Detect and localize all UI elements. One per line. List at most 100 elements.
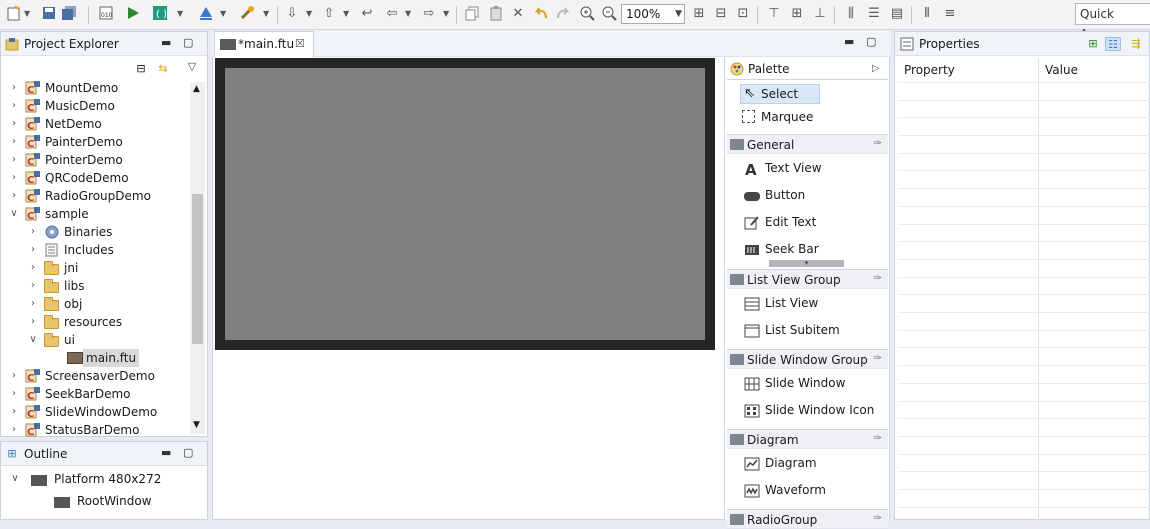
palette-item[interactable]: Slide Window xyxy=(740,374,880,394)
match-size-icon[interactable]: ▤ xyxy=(888,5,906,23)
scroll-up-icon[interactable]: ▲ xyxy=(193,84,200,94)
collapse-all-icon[interactable]: ⊟ xyxy=(133,62,149,76)
tree-item[interactable]: ∨ Csample xyxy=(0,205,188,223)
quick-access-input[interactable]: Quick Access xyxy=(1075,3,1150,41)
zoom-out-icon[interactable] xyxy=(600,5,618,23)
tree-item[interactable]: › C RadioGroupDemo xyxy=(0,187,188,205)
view-menu-icon[interactable]: ▽ xyxy=(184,60,200,74)
tab-main-ftu[interactable]: *main.ftu ☒ xyxy=(214,31,314,57)
redo-icon[interactable] xyxy=(554,5,572,23)
tree-item[interactable]: › obj xyxy=(0,295,188,313)
maximize-icon[interactable]: ▢ xyxy=(183,36,193,49)
chevron-down-icon[interactable]: ▼ xyxy=(443,5,451,23)
build-icon[interactable] xyxy=(197,5,215,23)
align-right-icon[interactable]: ⊡ xyxy=(734,5,752,23)
expand-arrow-icon[interactable]: › xyxy=(28,223,38,241)
expand-arrow-icon[interactable]: › xyxy=(28,241,38,259)
expand-arrow-icon[interactable]: › xyxy=(9,151,19,169)
expand-arrow-icon[interactable]: › xyxy=(9,187,19,205)
align-bottom-icon[interactable]: ⊥ xyxy=(811,5,829,23)
align-left-icon[interactable]: ⊞ xyxy=(690,5,708,23)
categories-icon[interactable]: ☷ xyxy=(1105,37,1121,51)
expand-arrow-icon[interactable]: ∨ xyxy=(10,473,20,484)
expand-arrow-icon[interactable]: › xyxy=(9,133,19,151)
pin-view-icon[interactable]: ⊞ xyxy=(1085,37,1101,51)
pin-icon[interactable]: ✑ xyxy=(874,273,882,284)
last-edit-icon[interactable]: ↩ xyxy=(358,5,376,23)
binary-icon[interactable]: 010 xyxy=(97,5,115,23)
prev-annotation-icon[interactable]: ⇧ xyxy=(320,5,338,23)
match-width-icon[interactable]: ⫼ xyxy=(842,5,860,23)
run-icon[interactable] xyxy=(124,5,142,23)
tree-item[interactable]: › C PointerDemo xyxy=(0,151,188,169)
outline-root-window[interactable]: RootWindow xyxy=(77,494,152,508)
chevron-down-icon[interactable]: ▼ xyxy=(24,5,32,23)
tree-item[interactable]: › Binaries xyxy=(0,223,188,241)
chevron-down-icon[interactable]: ▼ xyxy=(343,5,351,23)
pin-icon[interactable]: ✑ xyxy=(874,353,882,364)
scroll-down-icon[interactable]: ▼ xyxy=(193,420,200,430)
chevron-down-icon[interactable]: ▼ xyxy=(177,5,185,23)
zoom-select[interactable]: 100% ▼ xyxy=(621,4,685,24)
expand-arrow-icon[interactable]: › xyxy=(9,385,19,403)
expand-arrow-icon[interactable]: › xyxy=(28,259,38,277)
align-center-icon[interactable]: ⊟ xyxy=(712,5,730,23)
maximize-icon[interactable]: ▢ xyxy=(183,446,193,459)
palette-item[interactable]: Slide Window Icon xyxy=(740,401,880,421)
palette-item[interactable]: A Text View xyxy=(740,159,880,179)
tree-item[interactable]: › jni xyxy=(0,259,188,277)
new-icon[interactable] xyxy=(5,5,23,23)
expand-arrow-icon[interactable]: › xyxy=(9,79,19,97)
advanced-icon[interactable]: ⇶ xyxy=(1128,37,1144,51)
chevron-down-icon[interactable]: ▼ xyxy=(306,5,314,23)
scrollbar-thumb[interactable] xyxy=(192,194,203,344)
palette-toggle-icon[interactable]: ▷ xyxy=(872,63,880,74)
palette-item[interactable]: Edit Text xyxy=(740,213,880,233)
select-tool[interactable]: ⇖ Select xyxy=(740,84,820,104)
expand-arrow-icon[interactable]: › xyxy=(28,295,38,313)
align-middle-icon[interactable]: ⊞ xyxy=(788,5,806,23)
tree-item[interactable]: › C PainterDemo xyxy=(0,133,188,151)
link-editor-icon[interactable]: ⇆ xyxy=(155,62,171,76)
value-column-header[interactable]: Value xyxy=(1045,63,1078,77)
expand-arrow-icon[interactable]: › xyxy=(28,313,38,331)
expand-arrow-icon[interactable]: › xyxy=(9,421,19,439)
tree-item[interactable]: › C NetDemo xyxy=(0,115,188,133)
save-icon[interactable] xyxy=(40,5,58,23)
palette-group-header[interactable]: General ✑ xyxy=(727,134,888,154)
expand-arrow-icon[interactable]: › xyxy=(9,169,19,187)
expand-arrow-icon[interactable]: › xyxy=(9,97,19,115)
close-icon[interactable]: ☒ xyxy=(295,37,305,50)
chevron-down-icon[interactable]: ▼ xyxy=(263,5,271,23)
zoom-in-icon[interactable] xyxy=(578,5,596,23)
expand-arrow-icon[interactable]: › xyxy=(28,277,38,295)
delete-icon[interactable]: ✕ xyxy=(509,5,527,23)
tree-item[interactable]: ∨ ui xyxy=(0,331,188,349)
collapse-arrow-icon[interactable]: ∨ xyxy=(28,331,38,349)
scrollbar[interactable]: ▲ ▼ xyxy=(190,82,205,434)
debug-icon[interactable]: ( ) xyxy=(151,5,169,23)
palette-item[interactable]: Seek Bar xyxy=(740,240,880,260)
undo-icon[interactable] xyxy=(532,5,550,23)
expand-arrow-icon[interactable]: › xyxy=(9,367,19,385)
tree-item[interactable]: › C MusicDemo xyxy=(0,97,188,115)
tree-item[interactable]: › C ScreensaverDemo xyxy=(0,367,188,385)
distribute-horizontal-icon[interactable]: ⦀ xyxy=(918,5,936,23)
expand-arrow-icon[interactable]: › xyxy=(9,403,19,421)
palette-item[interactable]: List Subitem xyxy=(740,321,880,341)
minimize-icon[interactable]: ▬ xyxy=(161,446,171,459)
tree-item[interactable]: › resources xyxy=(0,313,188,331)
tree-item[interactable]: › C SeekBarDemo xyxy=(0,385,188,403)
outline-platform[interactable]: Platform 480x272 xyxy=(54,472,161,486)
tree-item[interactable]: › libs xyxy=(0,277,188,295)
align-top-icon[interactable]: ⊤ xyxy=(765,5,783,23)
tree-item[interactable]: main.ftu xyxy=(0,349,188,367)
chevron-down-icon[interactable]: ▼ xyxy=(405,5,413,23)
tools-icon[interactable] xyxy=(238,5,256,23)
pin-icon[interactable]: ✑ xyxy=(874,138,882,149)
palette-item[interactable]: Button xyxy=(740,186,880,206)
copy-icon[interactable] xyxy=(463,5,481,23)
palette-scroll-more[interactable]: ▾ xyxy=(769,260,844,267)
tree-item[interactable]: › C StatusBarDemo xyxy=(0,421,188,439)
next-annotation-icon[interactable]: ⇩ xyxy=(283,5,301,23)
